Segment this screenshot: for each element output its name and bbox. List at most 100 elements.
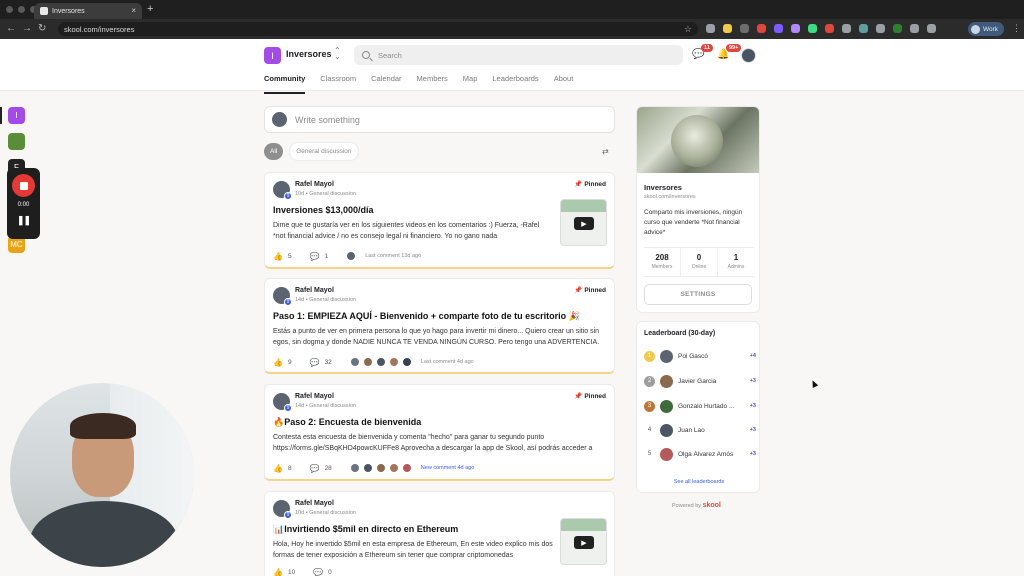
post-author[interactable]: Rafel Mayol <box>295 287 334 294</box>
tab-about[interactable]: About <box>554 74 574 94</box>
browser-menu-icon[interactable]: ⋮ <box>1012 23 1021 34</box>
window-controls[interactable] <box>6 6 37 13</box>
post-title[interactable]: 🔥Paso 2: Encuesta de bienvenida <box>273 417 421 428</box>
comment-count: 28 <box>324 464 332 472</box>
leader-name[interactable]: Gonzalo Hurtado ... <box>678 403 745 410</box>
leader-name[interactable]: Juan Lao <box>678 427 745 434</box>
post-composer[interactable]: Write something <box>264 106 615 133</box>
filter-all[interactable]: All <box>264 143 284 160</box>
extension-icon[interactable] <box>706 24 715 33</box>
post-card[interactable]: 9 Rafel Mayol 14d • General discussion 📌… <box>264 384 615 481</box>
back-icon[interactable]: ← <box>6 23 16 35</box>
leaderboard-row[interactable]: 5 Olga Álvarez Amós +3 <box>644 447 756 461</box>
like-icon[interactable]: 👍 <box>273 358 283 367</box>
site-header: I Inversores ⌃ ⌄ Search 💬 11 🔔 99+ Commun… <box>0 39 1024 94</box>
extension-icon[interactable] <box>859 24 868 33</box>
bookmark-star-icon[interactable]: ☆ <box>684 24 692 35</box>
play-icon[interactable]: ▶ <box>574 217 594 230</box>
extension-icon[interactable] <box>740 24 749 33</box>
extension-icon[interactable] <box>791 24 800 33</box>
tab-classroom[interactable]: Classroom <box>320 74 356 94</box>
video-thumbnail[interactable]: ▶ <box>560 518 607 565</box>
filter-settings-icon[interactable]: ⇄ <box>602 147 609 156</box>
extension-icon[interactable] <box>927 24 936 33</box>
composer-placeholder[interactable]: Write something <box>295 115 360 125</box>
extension-icon[interactable] <box>876 24 885 33</box>
about-group-url[interactable]: skool.com/inversores <box>644 194 696 200</box>
extensions-row <box>706 24 936 33</box>
post-card[interactable]: 9 Rafel Mayol 14d • General discussion 📌… <box>264 278 615 374</box>
leader-name[interactable]: Javier Garcia <box>678 378 745 385</box>
stat-members[interactable]: 208 Members <box>644 248 681 276</box>
see-all-leaderboards-link[interactable]: See all leaderboards <box>637 479 761 485</box>
pause-icon[interactable]: ❚❚ <box>7 215 40 226</box>
reload-icon[interactable]: ↻ <box>38 23 46 35</box>
powered-by-label: Powered by <box>672 503 702 509</box>
comment-icon[interactable]: 💬 <box>310 358 320 367</box>
post-author[interactable]: Rafel Mayol <box>295 500 334 507</box>
post-title[interactable]: Paso 1: EMPIEZA AQUÍ - Bienvenido + comp… <box>273 311 580 322</box>
leaderboard-row[interactable]: 3 Gonzalo Hurtado ... +3 <box>644 399 756 413</box>
url-text[interactable]: skool.com/inversores <box>64 25 678 34</box>
tab-map[interactable]: Map <box>463 74 478 94</box>
stat-admins[interactable]: 1 Admins <box>718 248 754 276</box>
leaderboard-title: Leaderboard (30-day) <box>644 330 716 337</box>
play-icon[interactable]: ▶ <box>574 536 594 549</box>
rail-group-2[interactable] <box>8 133 25 150</box>
profile-button[interactable]: Work <box>968 22 1004 36</box>
tab-leaderboards[interactable]: Leaderboards <box>492 74 538 94</box>
like-icon[interactable]: 👍 <box>273 464 283 473</box>
comment-icon[interactable]: 💬 <box>313 568 323 576</box>
group-switch-icon[interactable]: ⌃ ⌄ <box>334 47 341 61</box>
video-thumbnail[interactable]: ▶ <box>560 199 607 246</box>
extension-icon[interactable] <box>757 24 766 33</box>
stop-recording-button[interactable] <box>12 174 35 197</box>
leaderboard-row[interactable]: 4 Juan Lao +3 <box>644 423 756 437</box>
comment-icon[interactable]: 💬 <box>310 252 320 261</box>
comment-icon[interactable]: 💬 <box>310 464 320 473</box>
settings-button[interactable]: SETTINGS <box>644 284 752 305</box>
leader-name[interactable]: Olga Álvarez Amós <box>678 451 745 458</box>
browser-tab[interactable]: Inversores × <box>34 3 142 19</box>
tab-members[interactable]: Members <box>417 74 448 94</box>
extension-icon[interactable] <box>723 24 732 33</box>
tab-close-icon[interactable]: × <box>131 7 136 15</box>
extension-icon[interactable] <box>825 24 834 33</box>
extension-icon[interactable] <box>910 24 919 33</box>
filter-general-discussion[interactable]: General discussion <box>289 142 359 161</box>
pinned-label: 📌 Pinned <box>574 393 606 400</box>
post-title[interactable]: 📊Invirtiendo $5mil en directo en Ethereu… <box>273 524 458 535</box>
leader-name[interactable]: Pol Gascó <box>678 353 745 360</box>
like-icon[interactable]: 👍 <box>273 252 283 261</box>
post-author[interactable]: Rafel Mayol <box>295 181 334 188</box>
post-body: Dime que te gustaría ver en los siguient… <box>273 222 540 240</box>
like-count: 8 <box>287 464 292 472</box>
extension-icon[interactable] <box>774 24 783 33</box>
stat-online[interactable]: 0 Online <box>681 248 718 276</box>
post-title[interactable]: Inversiones $13,000/día <box>273 205 374 215</box>
post-card[interactable]: 9 Rafel Mayol 10d • General discussion 📌… <box>264 172 615 269</box>
user-avatar[interactable] <box>741 48 756 63</box>
search-bar[interactable]: Search <box>354 45 683 65</box>
like-icon[interactable]: 👍 <box>273 568 283 576</box>
extension-icon[interactable] <box>842 24 851 33</box>
leaderboard-row[interactable]: 2 Javier Garcia +3 <box>644 374 756 388</box>
extension-icon[interactable] <box>808 24 817 33</box>
rail-group-inversores[interactable]: I <box>8 107 25 124</box>
post-author[interactable]: Rafel Mayol <box>295 393 334 400</box>
powered-by[interactable]: Powered by skool <box>672 502 721 509</box>
post-stats: 👍 5 💬 1 Last comment 13d ago <box>273 251 421 261</box>
tab-calendar[interactable]: Calendar <box>371 74 401 94</box>
members-label: Members <box>651 264 673 270</box>
address-bar[interactable]: skool.com/inversores ☆ <box>58 22 698 36</box>
group-logo[interactable]: I <box>264 47 281 64</box>
chat-badge: 11 <box>701 44 713 52</box>
new-tab-button[interactable]: + <box>147 3 153 15</box>
search-input[interactable]: Search <box>378 51 402 60</box>
leaderboard-row[interactable]: 1 Pol Gascó +4 <box>644 349 756 363</box>
tab-community[interactable]: Community <box>264 74 306 94</box>
extension-icon[interactable] <box>893 24 902 33</box>
forward-icon[interactable]: → <box>22 23 32 35</box>
post-card[interactable]: 9 Rafel Mayol 10d • General discussion 📊… <box>264 491 615 576</box>
group-name[interactable]: Inversores <box>286 49 332 59</box>
